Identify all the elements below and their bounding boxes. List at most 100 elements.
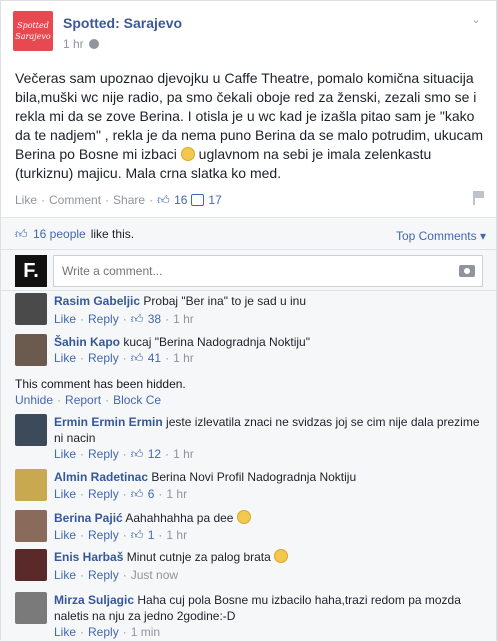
comment-text: Berina Pajić Aahahhahha pa dee (54, 510, 484, 526)
thumbs-up-icon: 👍︎ (130, 311, 144, 326)
thumbs-up-icon: 👍︎ (157, 192, 170, 207)
comments-count[interactable]: 17 (208, 193, 221, 207)
separator-dot: · (122, 568, 127, 582)
comment-likes-count[interactable]: 1 (148, 528, 155, 542)
separator-dot: · (165, 312, 170, 326)
comment-like-link[interactable]: Like (54, 487, 76, 501)
commenter-avatar[interactable] (15, 334, 47, 366)
comment-link[interactable]: Comment (49, 193, 101, 207)
post-header: Spotted Sarajevo Spotted: Sarajevo 1 hr … (13, 11, 483, 55)
flag-icon[interactable] (473, 191, 485, 205)
grin-emoji-icon (236, 510, 251, 524)
commenter-avatar[interactable] (15, 293, 47, 325)
thumbs-up-icon: 👍︎ (130, 527, 144, 542)
comment-reply-link[interactable]: Reply (88, 568, 119, 582)
comment-input[interactable] (53, 255, 483, 287)
comment-reply-link[interactable]: Reply (88, 625, 119, 639)
separator-dot: · (158, 528, 163, 542)
report-link[interactable]: Report (65, 392, 101, 408)
likes-count[interactable]: 16 (174, 193, 187, 207)
comment-like-link[interactable]: Like (54, 528, 76, 542)
comment-actions: Like · Reply · 👍︎ 41 · 1 hr (54, 351, 194, 365)
thumbs-up-icon: 👍︎ (130, 446, 144, 461)
comment-reply-link[interactable]: Reply (88, 312, 119, 326)
comments-section: 👍︎ 16 people like this. Top Comments ▾ F… (1, 217, 496, 641)
commenter-avatar[interactable] (15, 510, 47, 542)
comment-likes-count[interactable]: 6 (148, 487, 155, 501)
comment-time[interactable]: 1 hr (173, 351, 194, 365)
comment-author[interactable]: Ermin Ermin Ermin (54, 415, 163, 429)
like-link[interactable]: Like (15, 193, 37, 207)
comment-time[interactable]: 1 hr (166, 487, 187, 501)
comment-author[interactable]: Berina Pajić (54, 511, 123, 525)
page-name-link[interactable]: Spotted: Sarajevo (63, 15, 182, 31)
comment-time[interactable]: 1 min (131, 625, 160, 639)
thumbs-up-icon: 👍︎ (130, 486, 144, 501)
post-actions: Like · Comment · Share · 👍︎ 16 17 (15, 191, 485, 207)
comment-author[interactable]: Almin Radetinac (54, 470, 148, 484)
hidden-comment-text: This comment has been hidden. (15, 377, 186, 391)
comment-author[interactable]: Enis Harbaš (54, 550, 123, 564)
separator-dot: · (149, 193, 154, 207)
separator-dot: · (105, 393, 110, 407)
commenter-avatar[interactable] (15, 592, 47, 624)
separator-dot: · (80, 312, 85, 326)
comment-time[interactable]: 1 hr (166, 528, 187, 542)
comment-reply-link[interactable]: Reply (88, 447, 119, 461)
separator-dot: · (165, 447, 170, 461)
separator-dot: · (80, 625, 85, 639)
thumbs-up-icon: 👍︎ (130, 350, 144, 365)
separator-dot: · (57, 393, 62, 407)
smile-emoji-icon (180, 147, 195, 161)
comment-time[interactable]: Just now (131, 568, 178, 582)
separator-dot: · (80, 568, 85, 582)
comment-actions: Like · Reply · 👍︎ 12 · 1 hr (54, 447, 194, 461)
comment-likes-count[interactable]: 12 (148, 447, 161, 461)
block-link[interactable]: Block Ce (113, 392, 161, 408)
comment-body: kucaj "Berina Nadogradnja Noktiju" (123, 335, 310, 349)
commenter-avatar[interactable] (15, 549, 47, 581)
sweat-emoji-icon (274, 549, 289, 563)
comment-reply-link[interactable]: Reply (88, 351, 119, 365)
separator-dot: · (165, 351, 170, 365)
post-text: Večeras sam upoznao djevojku u Caffe The… (15, 69, 483, 183)
comment-author[interactable]: Mirza Suljagic (54, 593, 134, 607)
comment-actions: Like · Reply · Just now (54, 568, 178, 582)
camera-icon[interactable] (459, 265, 475, 277)
commenter-avatar[interactable] (15, 414, 47, 446)
comment-time[interactable]: 1 hr (173, 447, 194, 461)
likes-people-link[interactable]: 16 people (33, 227, 86, 241)
comment-like-link[interactable]: Like (54, 351, 76, 365)
page-avatar[interactable]: Spotted Sarajevo (13, 11, 53, 51)
top-comments-dropdown[interactable]: Top Comments ▾ (396, 229, 486, 243)
comment-like-link[interactable]: Like (54, 447, 76, 461)
separator-dot: · (80, 351, 85, 365)
share-link[interactable]: Share (113, 193, 145, 207)
comment-likes-count[interactable]: 41 (148, 351, 161, 365)
commenter-avatar[interactable] (15, 469, 47, 501)
comment-like-link[interactable]: Like (54, 625, 76, 639)
comment-actions: Like · Reply · 👍︎ 6 · 1 hr (54, 487, 187, 501)
separator-dot: · (122, 625, 127, 639)
separator-dot: · (122, 351, 127, 365)
comment-time[interactable]: 1 hr (173, 312, 194, 326)
comment-author[interactable]: Rasim Gabeljic (54, 294, 140, 308)
comment-reply-link[interactable]: Reply (88, 528, 119, 542)
chevron-down-icon[interactable]: ⌄ (469, 13, 483, 27)
comment-likes-count[interactable]: 38 (148, 312, 161, 326)
comment-body: Probaj "Ber ina" to je sad u inu (143, 294, 307, 308)
comment-author[interactable]: Šahin Kapo (54, 335, 120, 349)
comment-like-link[interactable]: Like (54, 568, 76, 582)
separator-dot: · (80, 487, 85, 501)
comment-text: Almin Radetinac Berina Novi Profil Nadog… (54, 469, 484, 485)
comment-actions: Like · Reply · 1 min (54, 625, 160, 639)
comment-reply-link[interactable]: Reply (88, 487, 119, 501)
separator-dot: · (80, 528, 85, 542)
comment-composer: F. (1, 249, 496, 291)
unhide-link[interactable]: Unhide (15, 392, 53, 408)
separator-dot: · (80, 447, 85, 461)
separator-dot: · (41, 193, 46, 207)
post-timestamp[interactable]: 1 hr (63, 37, 84, 51)
comment-like-link[interactable]: Like (54, 312, 76, 326)
hidden-comment-actions: Unhide · Report · Block Ce (15, 392, 485, 408)
